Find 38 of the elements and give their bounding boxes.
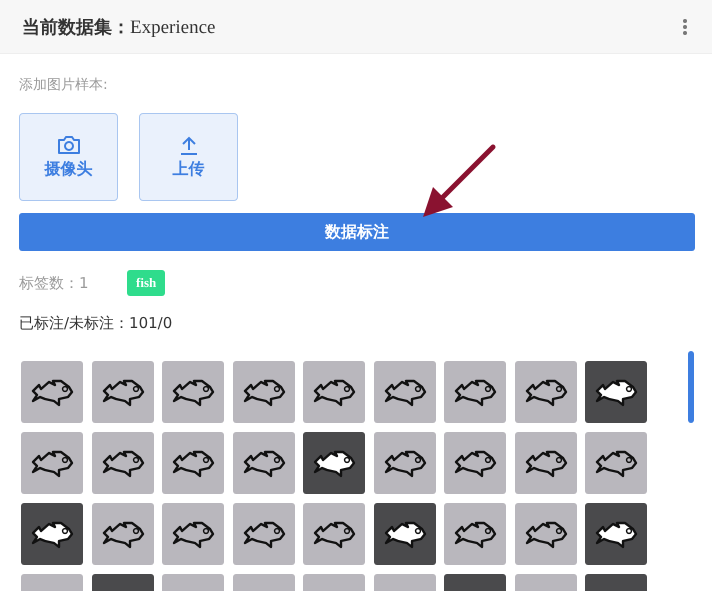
fish-photo[interactable] xyxy=(585,503,647,565)
more-icon[interactable] xyxy=(682,18,688,36)
fish-photo[interactable] xyxy=(444,432,506,494)
fish-photo[interactable] xyxy=(444,361,506,423)
fish-photo[interactable] xyxy=(444,503,506,565)
fish-photo[interactable] xyxy=(92,432,154,494)
fish-photo[interactable] xyxy=(303,503,365,565)
fish-photo[interactable] xyxy=(303,361,365,423)
fish-photo[interactable] xyxy=(303,432,365,494)
fish-photo[interactable] xyxy=(162,432,224,494)
fish-photo[interactable] xyxy=(374,432,436,494)
scrollbar-thumb[interactable] xyxy=(688,351,694,423)
camera-icon xyxy=(56,134,80,154)
fish-photo[interactable] xyxy=(232,361,294,423)
upload-button[interactable]: 上传 xyxy=(139,113,238,201)
fish-photo[interactable] xyxy=(514,432,576,494)
fish-photo[interactable] xyxy=(21,361,83,423)
fish-photo[interactable] xyxy=(92,361,154,423)
annotate-button[interactable]: 数据标注 xyxy=(19,213,695,251)
fish-photo[interactable] xyxy=(585,432,647,494)
fish-photo[interactable] xyxy=(162,503,224,565)
fish-photo[interactable] xyxy=(374,361,436,423)
label-count: 标签数：1 xyxy=(19,274,90,292)
fish-photo[interactable] xyxy=(514,361,576,423)
fish-photo[interactable] xyxy=(92,503,154,565)
fish-photo[interactable] xyxy=(21,503,83,565)
fish-photo[interactable] xyxy=(162,361,224,423)
label-tag[interactable]: fish xyxy=(127,270,166,296)
camera-button[interactable]: 摄像头 xyxy=(19,113,118,201)
dataset-title: 当前数据集：Experience xyxy=(22,16,216,38)
fish-photo[interactable] xyxy=(232,503,294,565)
add-samples-label: 添加图片样本: xyxy=(19,76,109,95)
annotation-stats: 已标注/未标注：101/0 xyxy=(19,314,174,333)
fish-photo[interactable] xyxy=(21,432,83,494)
fish-photo[interactable] xyxy=(585,361,647,423)
fish-photo[interactable] xyxy=(514,503,576,565)
fish-photo[interactable] xyxy=(374,503,436,565)
fish-photo[interactable] xyxy=(232,432,294,494)
